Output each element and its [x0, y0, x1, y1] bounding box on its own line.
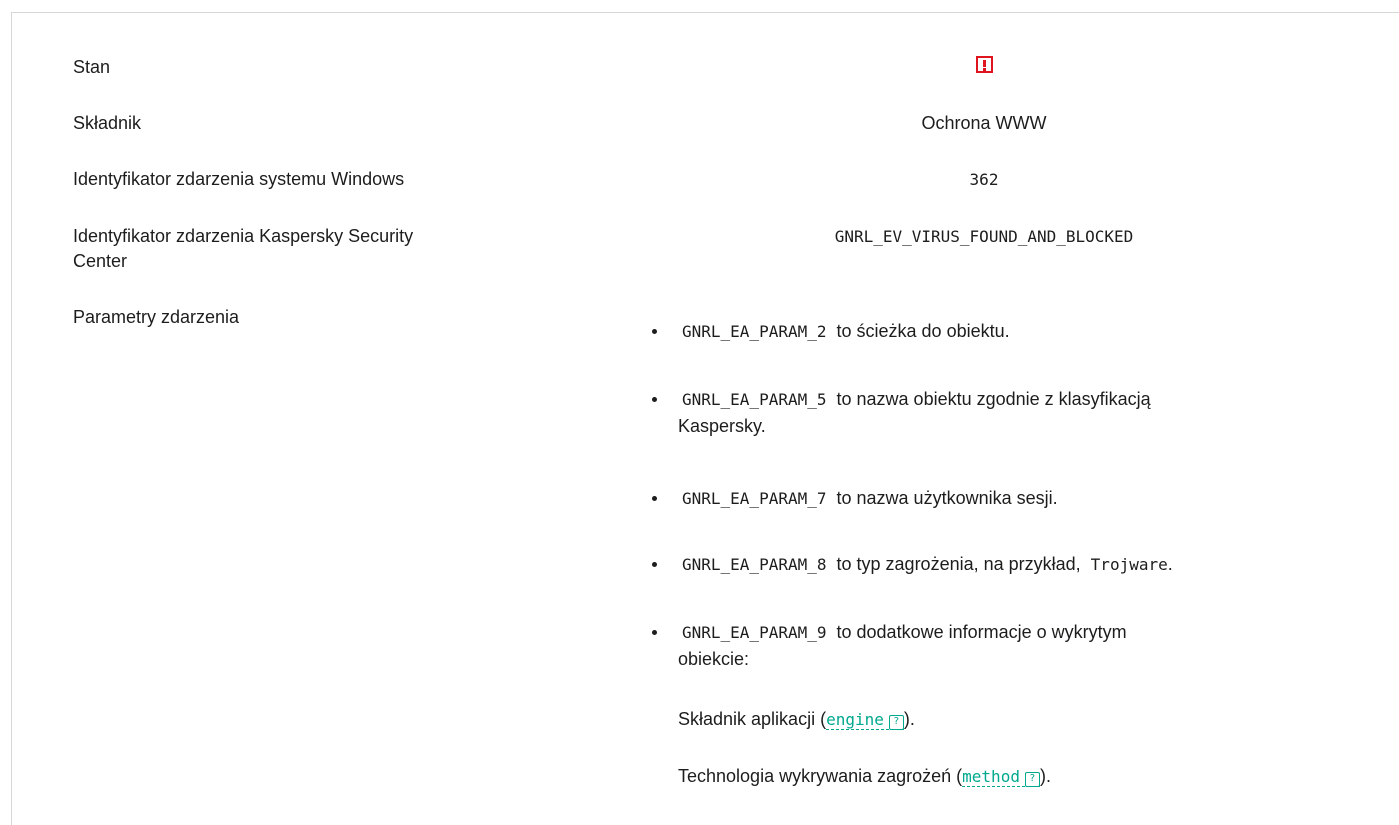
param-list-item: GNRL_EA_PARAM_8 to typ zagrożenia, na pr…	[652, 552, 1370, 577]
param-code: GNRL_EA_PARAM_7	[682, 489, 827, 508]
param-code: GNRL_EA_PARAM_9	[682, 623, 827, 642]
param-code: GNRL_EA_PARAM_2	[682, 322, 827, 341]
method-link-text[interactable]: method	[962, 767, 1020, 786]
param-description: to typ zagrożenia, na przykład,	[836, 554, 1081, 574]
method-link[interactable]: method?	[962, 767, 1040, 787]
param-description: to nazwa obiektu zgodnie z klasyfikacją	[836, 389, 1151, 409]
warning-exclamation-icon	[975, 56, 993, 73]
param-description: to nazwa użytkownika sesji.	[836, 488, 1058, 508]
sub-item-engine: Składnik aplikacji (engine?).	[678, 707, 915, 732]
param-list-item: GNRL_EA_PARAM_9 to dodatkowe informacje …	[652, 620, 1370, 669]
sub-item-suffix: ).	[903, 709, 915, 729]
sub-item-prefix: Technologia wykrywania zagrożeń (	[678, 766, 963, 786]
status-value	[600, 55, 1368, 80]
windows-event-id-label: Identyfikator zdarzenia systemu Windows	[73, 169, 405, 189]
component-label: Składnik	[73, 113, 142, 133]
ksc-event-id-label-line2: Center	[73, 251, 128, 271]
sentence-end: .	[1167, 554, 1173, 574]
bullet-icon	[652, 496, 657, 501]
engine-link-text[interactable]: engine	[826, 710, 884, 729]
ksc-event-id-label: Identyfikator zdarzenia Kaspersky Securi…	[73, 224, 563, 274]
param-list-item: GNRL_EA_PARAM_7 to nazwa użytkownika ses…	[652, 486, 1370, 511]
param-list-item: GNRL_EA_PARAM_2 to ścieżka do obiektu.	[652, 319, 1370, 344]
ksc-event-id-label-line1: Identyfikator zdarzenia Kaspersky Securi…	[73, 226, 414, 246]
bullet-icon	[652, 329, 657, 334]
sub-item-prefix: Składnik aplikacji (	[678, 709, 827, 729]
param-description: to ścieżka do obiektu.	[836, 321, 1010, 341]
status-label: Stan	[73, 57, 111, 77]
sub-item-suffix: ).	[1039, 766, 1051, 786]
sub-item-method: Technologia wykrywania zagrożeń (method?…	[678, 764, 1051, 789]
windows-event-id-value: 362	[969, 170, 999, 189]
param-description-continued: Kaspersky.	[678, 416, 766, 436]
ksc-event-id-value: GNRL_EV_VIRUS_FOUND_AND_BLOCKED	[834, 227, 1134, 246]
param-list-item: GNRL_EA_PARAM_5 to nazwa obiektu zgodnie…	[652, 387, 1370, 436]
bullet-icon	[652, 562, 657, 567]
help-icon[interactable]: ?	[888, 715, 904, 730]
param-code: GNRL_EA_PARAM_5	[682, 390, 827, 409]
event-params-label: Parametry zdarzenia	[73, 307, 240, 327]
param-code: GNRL_EA_PARAM_8	[682, 555, 827, 574]
bullet-icon	[652, 630, 657, 635]
engine-link[interactable]: engine?	[826, 710, 904, 730]
help-icon[interactable]: ?	[1024, 772, 1040, 787]
threat-type-example: Trojware	[1090, 555, 1168, 574]
param-description: to dodatkowe informacje o wykrytym	[836, 622, 1127, 642]
bullet-icon	[652, 397, 657, 402]
component-value: Ochrona WWW	[921, 113, 1047, 133]
param-description-continued: obiekcie:	[678, 649, 750, 669]
